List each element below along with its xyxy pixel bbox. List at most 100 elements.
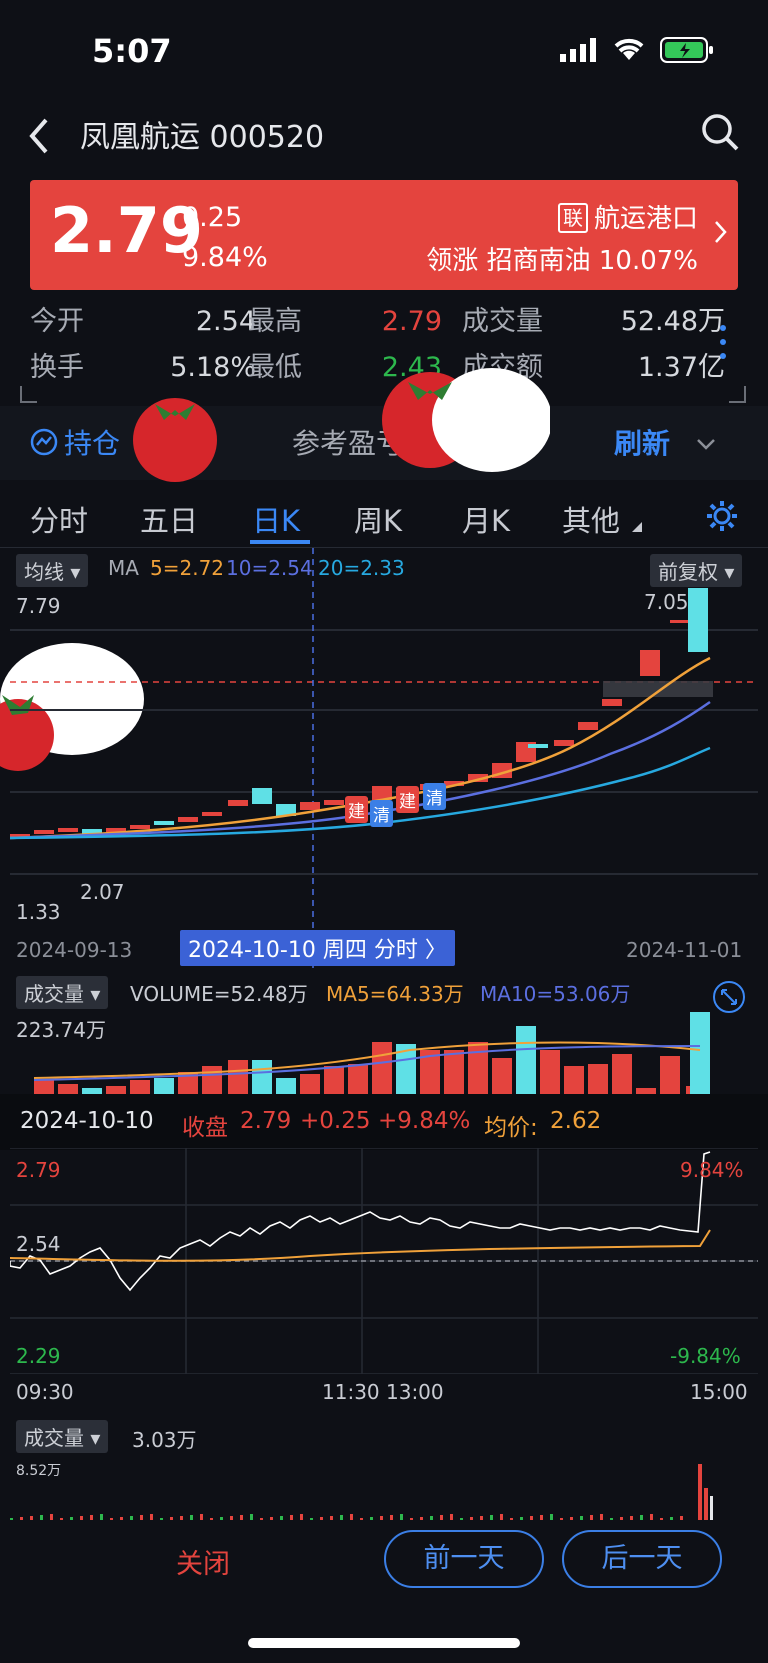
buy-tag[interactable]: 建 xyxy=(345,796,368,823)
kline-low-mark: 2.07 xyxy=(80,880,125,904)
kline-ymax: 7.79 xyxy=(16,594,61,618)
candle xyxy=(154,821,174,825)
volume-bar xyxy=(540,1050,560,1094)
hold-label[interactable]: 持仓 xyxy=(64,422,120,462)
close-value: 2.79 xyxy=(240,1108,292,1134)
selected-date-badge[interactable]: 2024-10-10 周四 分时 〉 xyxy=(180,930,455,966)
volume-tick xyxy=(704,1488,708,1520)
volume-chart[interactable] xyxy=(10,1000,758,1094)
active-tab-indicator xyxy=(250,540,310,544)
open-value: 2.54 xyxy=(195,306,256,337)
volume-bar xyxy=(252,1060,272,1094)
intraday-chart[interactable] xyxy=(10,1148,758,1374)
buy-tag[interactable]: 建 xyxy=(396,786,419,813)
nav-bar: 凤凰航运 000520 xyxy=(0,100,768,180)
open-label: 今开 xyxy=(30,306,84,337)
candle xyxy=(228,800,248,806)
search-icon[interactable] xyxy=(700,112,740,152)
volume-label: 成交量 xyxy=(462,306,543,337)
candle xyxy=(58,828,78,832)
tomato-sticker xyxy=(133,398,217,482)
quote-banner[interactable]: 2.79 0.25 9.84% 联航运港口 领涨 招商南油 10.07% xyxy=(30,180,738,290)
high-value: 2.79 xyxy=(381,306,442,337)
volume-value: 52.48万 xyxy=(620,306,725,337)
tab-weekly-k[interactable]: 周K xyxy=(354,498,402,540)
corner-bracket-icon xyxy=(729,386,746,403)
sector-badge: 联 xyxy=(557,203,588,233)
candle xyxy=(554,740,574,746)
next-day-button[interactable]: 后一天 xyxy=(562,1530,722,1588)
back-icon[interactable] xyxy=(24,116,54,156)
candle xyxy=(252,788,272,804)
battery-icon xyxy=(660,37,713,63)
volume-bar xyxy=(588,1064,608,1094)
change-percent: 9.84% xyxy=(182,242,268,273)
time-end: 15:00 xyxy=(690,1380,748,1404)
turnover-label: 换手 xyxy=(30,352,84,383)
volume-bar xyxy=(660,1056,680,1094)
close-button[interactable]: 关闭 xyxy=(176,1542,230,1581)
volume-bar xyxy=(690,1012,710,1094)
volume-bar xyxy=(228,1060,248,1094)
close-pct: +9.84% xyxy=(378,1108,471,1134)
bottom-bar: 关闭 前一天 后一天 xyxy=(0,1520,768,1600)
amount-value: 1.37亿 xyxy=(637,352,725,383)
intraday-ymax: 2.79 xyxy=(16,1158,61,1182)
intraday-summary: 2024-10-10 收盘 2.79 +0.25 +9.84% 均价: 2.62 xyxy=(0,1094,768,1150)
position-icon xyxy=(30,428,58,456)
intraday-volume-chart xyxy=(10,1464,713,1520)
volume-bar xyxy=(444,1050,464,1094)
change-value: 0.25 xyxy=(182,202,243,233)
chevron-right-icon xyxy=(715,221,727,243)
intraday-pct-max: 9.84% xyxy=(680,1158,744,1182)
chevron-down-icon[interactable] xyxy=(696,438,716,450)
volume-bar xyxy=(492,1058,512,1094)
dropdown-triangle-icon xyxy=(632,522,642,532)
refresh-button[interactable]: 刷新 xyxy=(614,422,670,462)
volume-bar xyxy=(564,1066,584,1094)
candle xyxy=(640,650,660,676)
volume-bar xyxy=(372,1042,392,1094)
volume-bar xyxy=(300,1074,320,1094)
volume-bar xyxy=(276,1078,296,1094)
clear-tag[interactable]: 清 xyxy=(370,800,393,827)
clear-tag[interactable]: 清 xyxy=(423,783,446,810)
low-label: 最低 xyxy=(248,352,302,383)
tab-five-day[interactable]: 五日 xyxy=(140,498,198,540)
price-band xyxy=(603,681,713,697)
avg-value: 2.62 xyxy=(550,1108,602,1134)
tab-intraday[interactable]: 分时 xyxy=(30,498,88,540)
candle xyxy=(670,620,690,623)
date-end: 2024-11-01 xyxy=(626,938,743,962)
volume-bar xyxy=(516,1026,536,1094)
candle xyxy=(202,812,222,816)
prev-day-button[interactable]: 前一天 xyxy=(384,1530,544,1588)
volume-bar xyxy=(468,1042,488,1094)
candle xyxy=(528,744,548,748)
period-tabs: 分时 五日 日K 周K 月K 其他 xyxy=(0,488,768,548)
more-dots-icon[interactable] xyxy=(718,322,728,362)
sector-info[interactable]: 联航运港口 领涨 招商南油 10.07% xyxy=(426,198,698,282)
status-time: 5:07 xyxy=(92,32,172,70)
current-price: 2.79 xyxy=(50,194,203,267)
home-indicator xyxy=(248,1638,520,1648)
candle xyxy=(300,802,320,810)
leader-percent: 10.07% xyxy=(598,246,698,276)
tab-monthly-k[interactable]: 月K xyxy=(462,498,510,540)
close-label: 收盘 xyxy=(182,1115,228,1141)
volume-bar xyxy=(348,1064,368,1094)
sector-name: 航运港口 xyxy=(593,204,698,234)
date-start: 2024-09-13 xyxy=(16,938,133,962)
tab-other[interactable]: 其他 xyxy=(562,498,620,540)
status-bar: 5:07 xyxy=(0,0,768,100)
settings-gear-icon[interactable] xyxy=(704,498,740,534)
time-start: 09:30 xyxy=(16,1380,74,1404)
intraday-pct-min: -9.84% xyxy=(670,1344,741,1368)
signal-icon xyxy=(560,38,596,62)
candle xyxy=(130,825,150,829)
volume-bar xyxy=(58,1084,78,1094)
intraday-ymid: 2.54 xyxy=(16,1232,61,1256)
tab-daily-k[interactable]: 日K xyxy=(252,498,300,540)
volume-bar xyxy=(202,1066,222,1094)
kline-ymin: 1.33 xyxy=(16,900,61,924)
